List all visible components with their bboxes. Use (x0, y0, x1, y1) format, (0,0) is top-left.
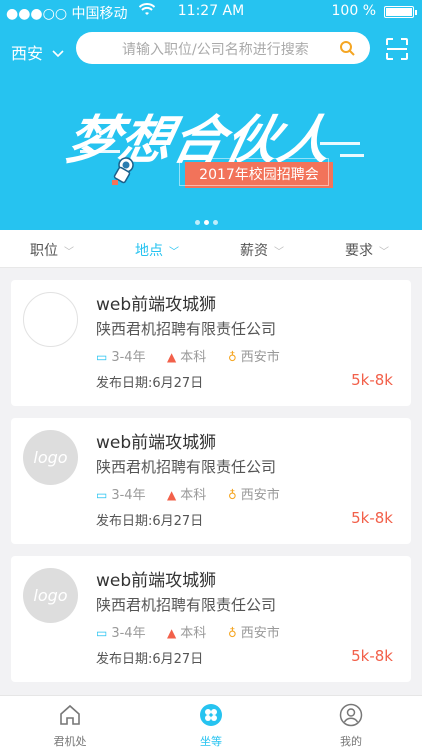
clover-icon (200, 704, 222, 726)
graduation-cap-icon: ▲ (167, 488, 177, 502)
company-name: 陕西君机招聘有限责任公司 (96, 320, 277, 338)
filter-label: 地点 (135, 243, 163, 259)
filter-position[interactable]: 职位 ﹀ (30, 240, 74, 260)
tab-home[interactable]: 君机处 (30, 696, 110, 750)
salary: 5k-8k (351, 509, 393, 527)
job-card[interactable]: logo web前端攻城狮 陕西君机招聘有限责任公司 ▭ 3-4年 ▲ 本科 ♁ 西安… (11, 556, 411, 682)
carousel-dot[interactable] (195, 220, 200, 225)
chevron-down-icon: ﹀ (169, 247, 179, 258)
chevron-down-icon: ﹀ (274, 247, 284, 258)
education-text: 本科 (180, 626, 207, 641)
city-selector[interactable]: 西安 (11, 40, 64, 64)
filter-label: 要求 (345, 243, 373, 259)
chevron-down-icon: ﹀ (379, 247, 389, 258)
tab-wait[interactable]: 坐等 (171, 696, 251, 750)
location-meta: ♁ 西安市 (228, 346, 280, 365)
company-logo: logo (23, 430, 78, 485)
astronaut-icon (112, 157, 134, 185)
briefcase-icon: ▭ (96, 350, 108, 364)
banner-area[interactable]: 西安 请输入职位/公司名称进行搜索 梦想合伙人 2017年校园招聘会 (0, 22, 422, 230)
experience-meta: ▭ 3-4年 (96, 622, 146, 641)
location-meta: ♁ 西安市 (228, 484, 280, 503)
scan-icon[interactable] (385, 37, 409, 61)
carousel-dots[interactable] (195, 210, 222, 229)
publish-date: 发布日期:6月27日 (96, 514, 204, 529)
filter-bar: 职位 ﹀ 地点 ﹀ 薪资 ﹀ 要求 ﹀ (0, 230, 422, 268)
education-text: 本科 (180, 488, 207, 503)
job-card[interactable]: web前端攻城狮 陕西君机招聘有限责任公司 ▭ 3-4年 ▲ 本科 ♁ 西安市 发布日… (11, 280, 411, 406)
education-meta: ▲ 本科 (167, 622, 206, 641)
briefcase-icon: ▭ (96, 626, 108, 640)
experience-text: 3-4年 (111, 626, 146, 641)
battery-percent: 100 % (331, 3, 376, 19)
publish-date: 发布日期:6月27日 (96, 652, 204, 667)
battery-icon (384, 6, 417, 18)
job-title: web前端攻城狮 (96, 571, 217, 591)
location-pin-icon: ♁ (228, 626, 237, 640)
carousel-dot-active[interactable] (204, 220, 209, 225)
experience-meta: ▭ 3-4年 (96, 484, 146, 503)
experience-text: 3-4年 (111, 488, 146, 503)
tab-label: 我的 (340, 735, 362, 748)
filter-label: 薪资 (240, 243, 268, 259)
graduation-cap-icon: ▲ (167, 350, 177, 364)
company-name: 陕西君机招聘有限责任公司 (96, 596, 277, 614)
filter-label: 职位 (30, 243, 58, 259)
tab-mine[interactable]: 我的 (311, 696, 391, 750)
search-input[interactable]: 请输入职位/公司名称进行搜索 (76, 32, 370, 64)
banner-subtitle: 2017年校园招聘会 (179, 158, 333, 188)
chevron-down-icon (52, 50, 64, 58)
company-name: 陕西君机招聘有限责任公司 (96, 458, 277, 476)
bottom-tab-bar: 君机处 坐等 我的 (0, 695, 422, 750)
job-card[interactable]: logo web前端攻城狮 陕西君机招聘有限责任公司 ▭ 3-4年 ▲ 本科 ♁ 西安… (11, 418, 411, 544)
graduation-cap-icon: ▲ (167, 626, 177, 640)
user-icon (339, 703, 363, 727)
chevron-down-icon: ﹀ (64, 247, 74, 258)
company-logo (23, 292, 78, 347)
experience-text: 3-4年 (111, 350, 146, 365)
location-text: 西安市 (240, 350, 280, 365)
education-text: 本科 (180, 350, 207, 365)
job-title: web前端攻城狮 (96, 295, 217, 315)
company-logo: logo (23, 568, 78, 623)
location-pin-icon: ♁ (228, 488, 237, 502)
city-label: 西安 (11, 44, 44, 63)
experience-meta: ▭ 3-4年 (96, 346, 146, 365)
salary: 5k-8k (351, 371, 393, 389)
location-pin-icon: ♁ (228, 350, 237, 364)
job-title: web前端攻城狮 (96, 433, 217, 453)
home-icon (60, 704, 80, 725)
location-text: 西安市 (240, 626, 280, 641)
filter-requirements[interactable]: 要求 ﹀ (345, 240, 389, 260)
search-placeholder: 请输入职位/公司名称进行搜索 (122, 42, 309, 58)
filter-location[interactable]: 地点 ﹀ (135, 240, 179, 260)
banner-decoration (340, 154, 364, 157)
location-text: 西安市 (240, 488, 280, 503)
tab-label: 君机处 (53, 735, 87, 748)
status-bar: ●●●○○ 中国移动 11:27 AM 100 % (0, 0, 422, 22)
education-meta: ▲ 本科 (167, 484, 206, 503)
briefcase-icon: ▭ (96, 488, 108, 502)
carousel-dot[interactable] (213, 220, 218, 225)
location-meta: ♁ 西安市 (228, 622, 280, 641)
filter-salary[interactable]: 薪资 ﹀ (240, 240, 284, 260)
salary: 5k-8k (351, 647, 393, 665)
education-meta: ▲ 本科 (167, 346, 206, 365)
publish-date: 发布日期:6月27日 (96, 376, 204, 391)
tab-label: 坐等 (200, 735, 222, 748)
search-icon[interactable] (339, 40, 355, 56)
